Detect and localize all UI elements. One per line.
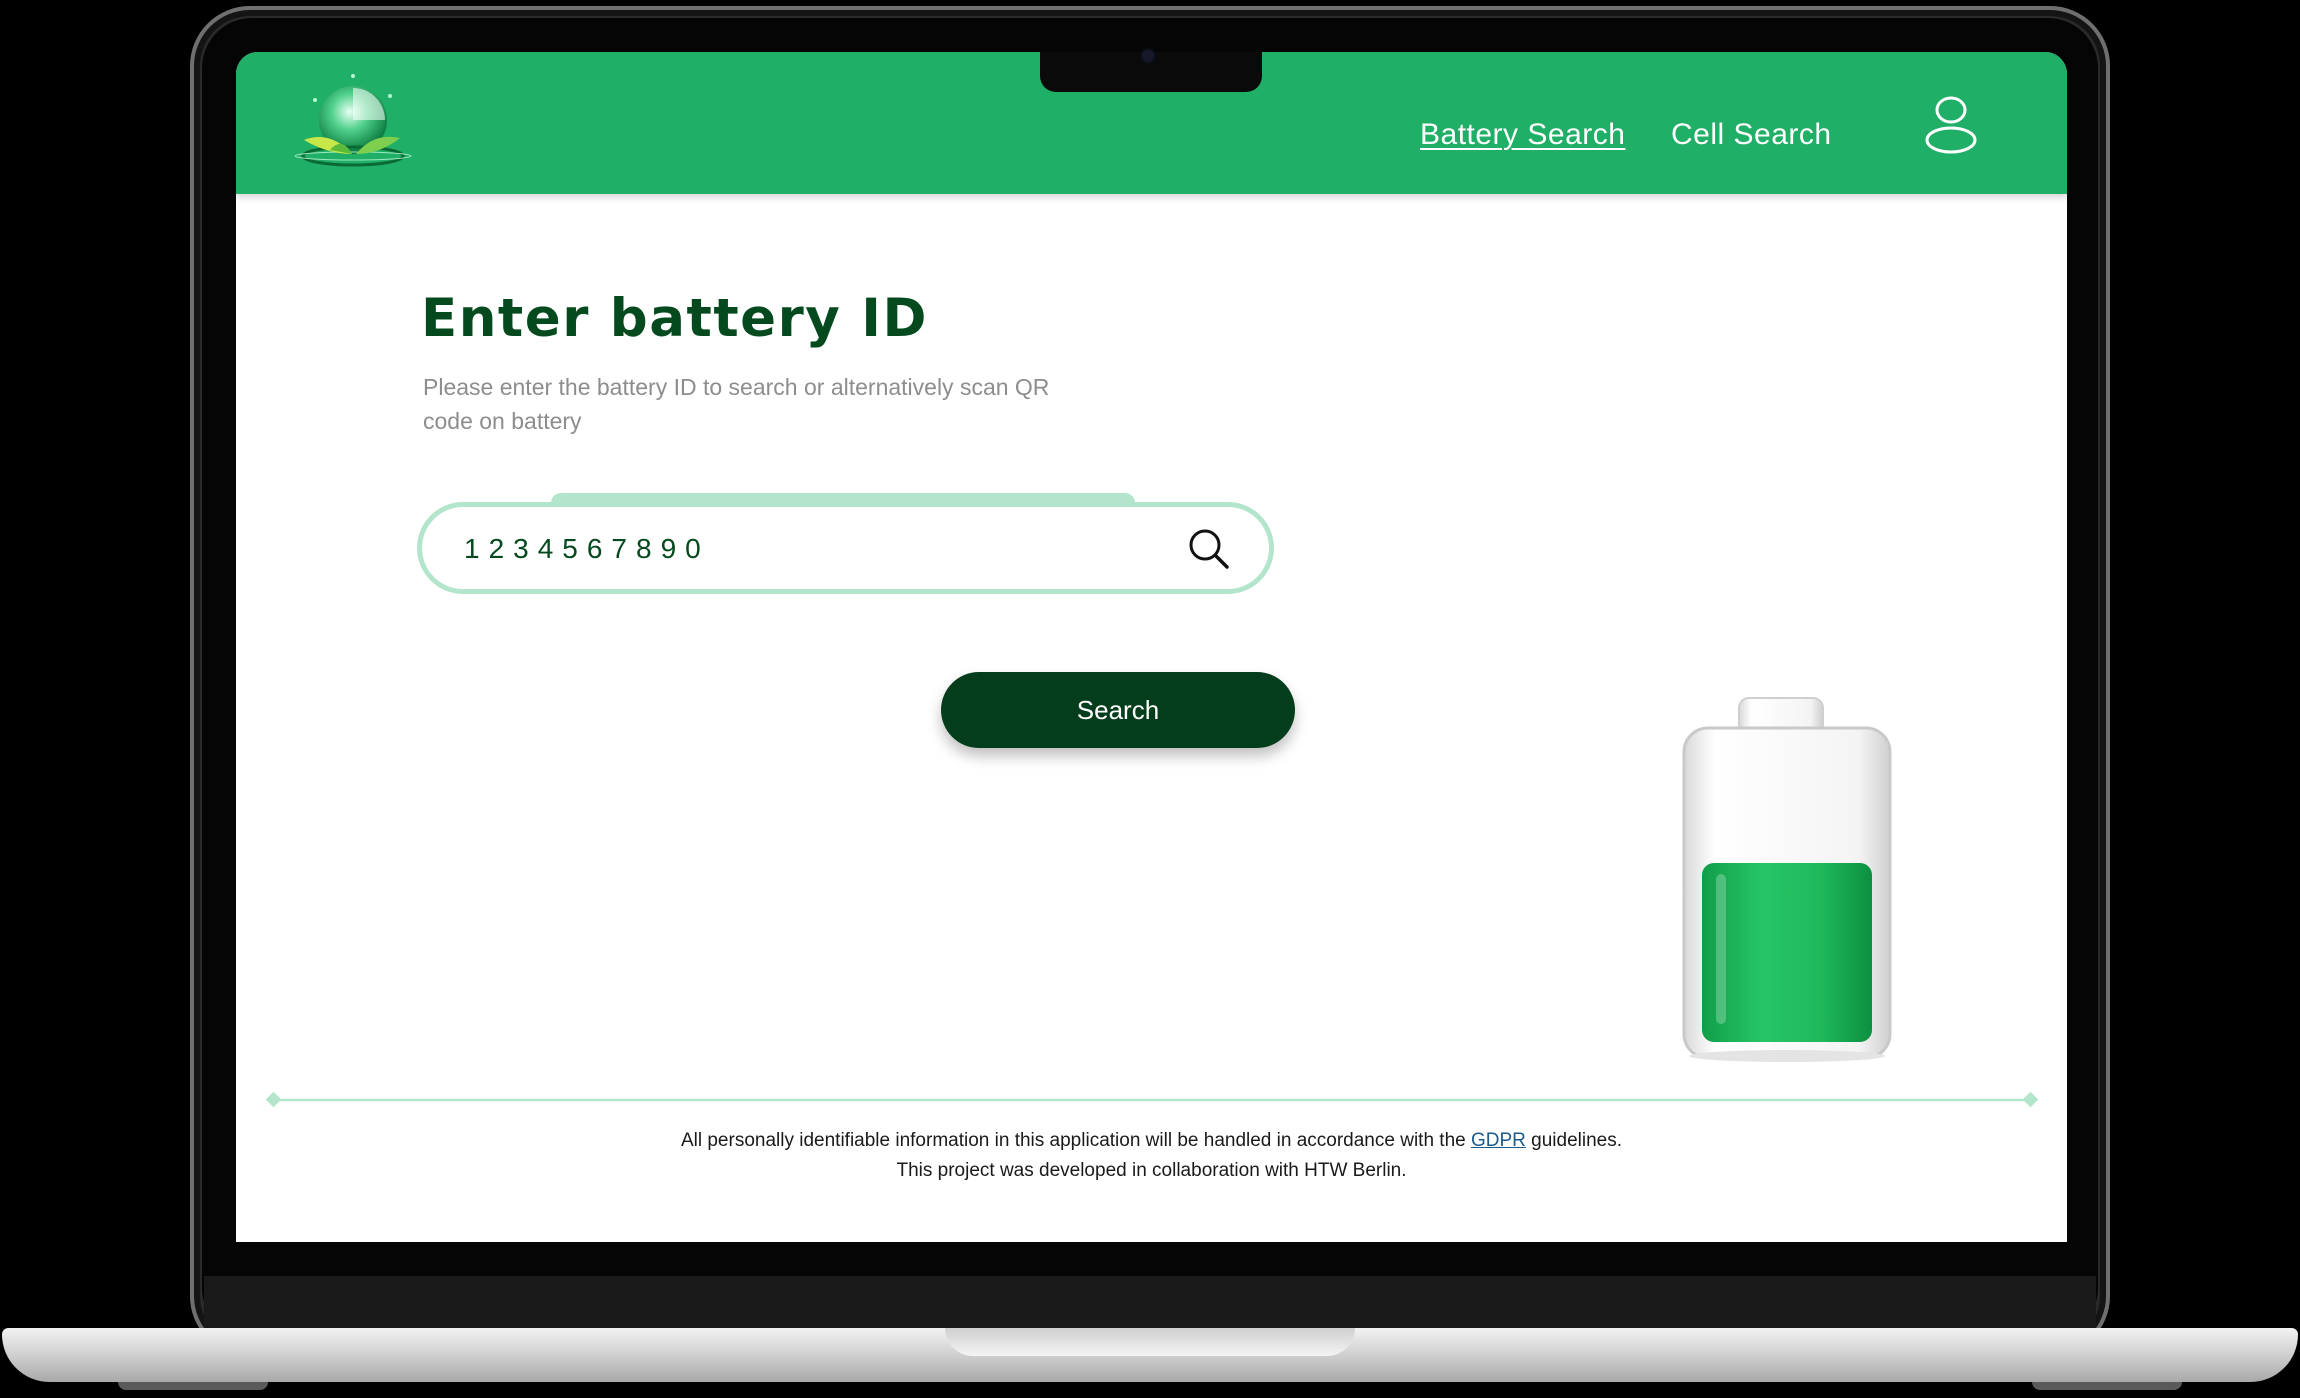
footer-divider [266,1092,2038,1108]
battery-id-input[interactable] [462,521,1166,577]
screen: Battery Search Cell Search Enter battery… [236,52,2067,1242]
battery-id-search-box [417,502,1274,594]
user-icon[interactable] [1924,96,1978,154]
footer-collaboration-line: This project was developed in collaborat… [896,1160,1407,1181]
nav-battery-search[interactable]: Battery Search [1420,118,1625,152]
laptop-foot-left [118,1382,268,1390]
footer: All personally identifiable information … [236,1126,2067,1186]
search-icon[interactable] [1187,527,1231,571]
footer-text-after: guidelines. [1525,1130,1623,1151]
nav-cell-search[interactable]: Cell Search [1671,118,1832,152]
footer-gdpr-line: All personally identifiable information … [236,1126,2067,1156]
app-logo[interactable] [290,70,416,180]
laptop-trackpad-notch [945,1328,1355,1356]
page-subtitle: Please enter the battery ID to search or… [423,374,1050,434]
page-title: Enter battery ID [421,288,928,349]
search-button[interactable]: Search [941,672,1295,748]
battery-charge-level [1702,863,1872,1042]
battery-illustration [1682,697,1892,1062]
laptop-chin [204,1276,2096,1330]
laptop-foot-right [2032,1382,2182,1390]
camera-icon [1142,50,1154,62]
footer-text-before: All personally identifiable information … [680,1130,1471,1151]
gdpr-link[interactable]: GDPR [1471,1130,1526,1151]
